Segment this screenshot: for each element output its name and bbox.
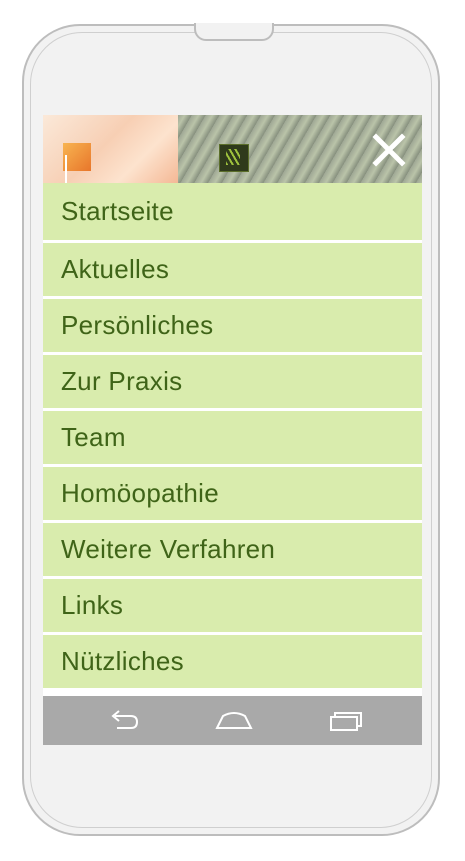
phone-screen: Startseite Aktuelles Persönliches Zur Pr… (43, 115, 422, 745)
recent-apps-icon (330, 712, 362, 731)
menu-item-zur-praxis[interactable]: Zur Praxis (43, 352, 422, 408)
logo-divider-line (65, 155, 67, 183)
speaker-notch (194, 23, 274, 41)
back-icon (111, 710, 139, 729)
logo-dark-square (219, 144, 249, 172)
android-nav-bar (43, 696, 422, 745)
home-button[interactable] (214, 708, 254, 734)
menu-item-aktuelles[interactable]: Aktuelles (43, 240, 422, 296)
home-icon (215, 712, 253, 729)
back-button[interactable] (105, 708, 145, 734)
menu-item-weitere-verfahren[interactable]: Weitere Verfahren (43, 520, 422, 576)
menu-item-homoeopathie[interactable]: Homöopathie (43, 464, 422, 520)
menu-item-links[interactable]: Links (43, 576, 422, 632)
close-icon (372, 133, 406, 167)
menu-item-persoenliches[interactable]: Persönliches (43, 296, 422, 352)
menu-item-nuetzliches[interactable]: Nützliches (43, 632, 422, 688)
header-banner (43, 115, 422, 183)
menu-item-startseite[interactable]: Startseite (43, 183, 422, 240)
close-menu-button[interactable] (372, 133, 406, 167)
logo-orange-square (63, 143, 91, 171)
menu-item-team[interactable]: Team (43, 408, 422, 464)
recent-apps-button[interactable] (326, 708, 366, 734)
nav-menu: Startseite Aktuelles Persönliches Zur Pr… (43, 183, 422, 688)
